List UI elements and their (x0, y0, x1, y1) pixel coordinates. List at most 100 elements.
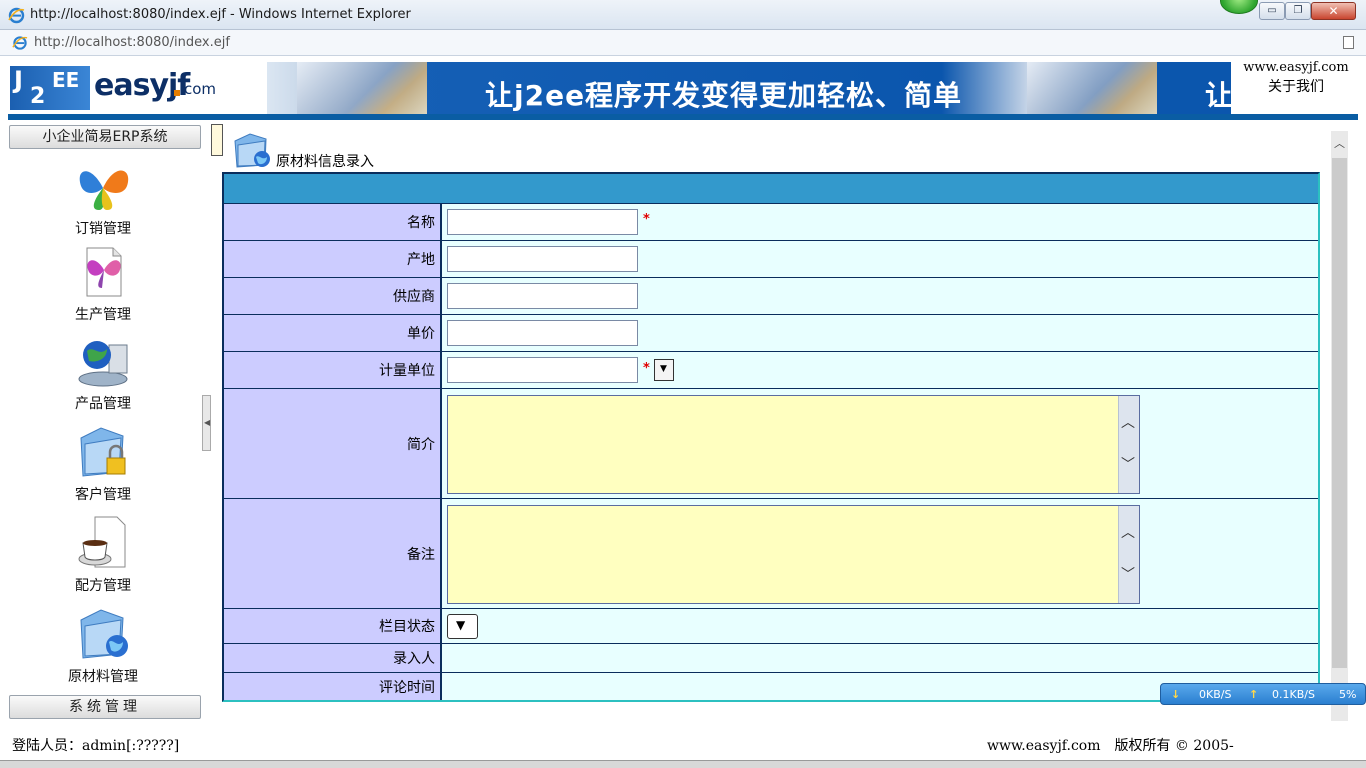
sidebar-item-production[interactable]: 生产管理 (48, 244, 158, 324)
folder-globe-icon (80, 609, 128, 659)
required-marker: * (643, 212, 650, 227)
scroll-up-icon[interactable]: ︿ (1121, 412, 1135, 432)
form-row-comment-time: 评论时间 (224, 673, 1318, 700)
note-label: 备注 (224, 499, 442, 608)
sidebar-item-label: 订销管理 (75, 221, 131, 237)
form-row-price: 单价 (224, 315, 1318, 352)
sidebar-item-label: 产品管理 (75, 396, 131, 412)
network-speed-widget: ↓ 0KB/S ↑ 0.1KB/S 5% (1160, 683, 1366, 705)
material-form: 名称 * 产地 供应商 单价 计量单位 * ▼ 简介 ︿ ﹀ 备注 ︿ ﹀ 栏目… (222, 172, 1320, 702)
ie-logo-icon (8, 7, 25, 24)
handshake-image (297, 62, 427, 114)
main-scrollbar[interactable]: ︿ (1331, 131, 1348, 721)
scroll-down-icon[interactable]: ﹀ (1121, 454, 1135, 474)
minimize-icon: ▭ (1267, 5, 1277, 16)
scroll-down-icon[interactable]: ﹀ (1121, 564, 1135, 584)
name-label: 名称 (224, 204, 442, 240)
logo-dot (174, 90, 180, 96)
download-speed: 0KB/S (1199, 688, 1232, 701)
collapse-arrow-icon: ◀ (204, 418, 211, 427)
sidebar-item-label: 客户管理 (75, 487, 131, 503)
close-button[interactable]: ✕ (1311, 2, 1356, 20)
sidebar: 小企业简易ERP系统 订销管理 生产管理 产品管理 客户管理 配方管理 原材料管… (8, 124, 202, 724)
sidebar-header[interactable]: 小企业简易ERP系统 (9, 125, 201, 149)
origin-label: 产地 (224, 241, 442, 277)
copyright: www.easyjf.com 版权所有 © 2005- (987, 738, 1234, 754)
status-orb-icon (1220, 0, 1258, 14)
banner-slogan-repeat: 让 (1205, 79, 1231, 112)
price-label: 单价 (224, 315, 442, 351)
sidebar-item-formulas[interactable]: 配方管理 (48, 515, 158, 595)
supplier-label: 供应商 (224, 278, 442, 314)
dropdown-arrow-icon: ▼ (660, 364, 667, 374)
price-input[interactable] (447, 320, 638, 346)
intro-textarea[interactable]: ︿ ﹀ (447, 395, 1140, 494)
window-title: http://localhost:8080/index.ejf - Window… (30, 7, 411, 22)
sidebar-item-materials[interactable]: 原材料管理 (48, 606, 158, 686)
close-icon: ✕ (1328, 4, 1339, 18)
sidebar-item-products[interactable]: 产品管理 (48, 333, 158, 413)
sidebar-item-customers[interactable]: 客户管理 (48, 424, 158, 504)
upload-speed: 0.1KB/S (1272, 688, 1315, 701)
frame-toggle[interactable] (211, 124, 223, 156)
logo-brand-text: easyjf (94, 68, 190, 103)
site-logo[interactable]: J 2 EE easyjf com (8, 62, 263, 114)
maximize-icon: ❐ (1293, 5, 1303, 16)
form-header-bar (224, 174, 1318, 204)
banner-slogan: 让j2ee程序开发变得更加轻松、简单 (485, 79, 963, 112)
unit-input[interactable] (447, 357, 638, 383)
sidebar-footer-button[interactable]: 系统管理 (9, 695, 201, 719)
address-bar[interactable]: http://localhost:8080/index.ejf (0, 30, 1366, 56)
origin-input[interactable] (447, 246, 638, 272)
globe-computer-icon (78, 341, 128, 387)
form-row-note: 备注 ︿ ﹀ (224, 499, 1318, 609)
form-row-unit: 计量单位 * ▼ (224, 352, 1318, 389)
chevron-down-icon: ▼ (456, 618, 466, 632)
coffee-document-icon (78, 516, 126, 568)
maximize-button[interactable]: ❐ (1285, 2, 1311, 20)
download-arrow-icon: ↓ (1171, 688, 1181, 701)
required-marker: * (643, 361, 650, 376)
address-url[interactable]: http://localhost:8080/index.ejf (34, 35, 230, 50)
supplier-input[interactable] (447, 283, 638, 309)
form-row-name: 名称 * (224, 204, 1318, 241)
scrollbar-thumb[interactable] (1332, 158, 1347, 668)
banner-links: www.easyjf.com 关于我们 (1234, 60, 1358, 114)
usage-percent: 5% (1339, 688, 1357, 701)
entered-by-label: 录入人 (224, 644, 442, 672)
folder-lock-icon (80, 427, 126, 477)
form-row-intro: 简介 ︿ ﹀ (224, 389, 1318, 499)
status-select[interactable]: ▼ (447, 614, 478, 639)
about-link[interactable]: 关于我们 (1234, 76, 1358, 96)
scroll-up-icon[interactable]: ︿ (1121, 522, 1135, 542)
upload-arrow-icon: ↑ (1249, 688, 1259, 701)
form-row-entered-by: 录入人 (224, 644, 1318, 673)
textarea-scrollbar[interactable]: ︿ ﹀ (1118, 506, 1139, 603)
j2ee-logo-icon: J 2 EE (10, 66, 90, 110)
comment-time-label: 评论时间 (224, 673, 442, 700)
form-row-origin: 产地 (224, 241, 1318, 278)
sidebar-item-label: 配方管理 (75, 578, 131, 594)
butterfly-icon (79, 170, 129, 210)
folder-globe-icon (234, 133, 270, 168)
scroll-up-icon[interactable]: ︿ (1334, 135, 1345, 151)
status-label: 栏目状态 (224, 609, 442, 643)
frame-splitter[interactable]: ◀ (202, 395, 211, 451)
site-banner: J 2 EE easyjf com 让j2ee程序开发变得更加轻松、简单 让 w… (8, 60, 1358, 120)
name-input[interactable] (447, 209, 638, 235)
textarea-scrollbar[interactable]: ︿ ﹀ (1118, 396, 1139, 493)
window-bottom-edge (0, 760, 1366, 768)
note-textarea[interactable]: ︿ ﹀ (447, 505, 1140, 604)
intro-label: 简介 (224, 389, 442, 498)
minimize-button[interactable]: ▭ (1259, 2, 1285, 20)
handshake-image (1027, 62, 1157, 114)
form-row-supplier: 供应商 (224, 278, 1318, 315)
window-titlebar: http://localhost:8080/index.ejf - Window… (0, 0, 1366, 30)
sidebar-item-label: 生产管理 (75, 307, 131, 323)
page-title: 原材料信息录入 (276, 154, 374, 170)
form-row-status: 栏目状态 ▼ (224, 609, 1318, 644)
site-link[interactable]: www.easyjf.com (1234, 60, 1358, 75)
unit-dropdown-button[interactable]: ▼ (654, 359, 674, 381)
sidebar-item-sales[interactable]: 订销管理 (48, 158, 158, 238)
page-icon[interactable] (1343, 36, 1354, 49)
